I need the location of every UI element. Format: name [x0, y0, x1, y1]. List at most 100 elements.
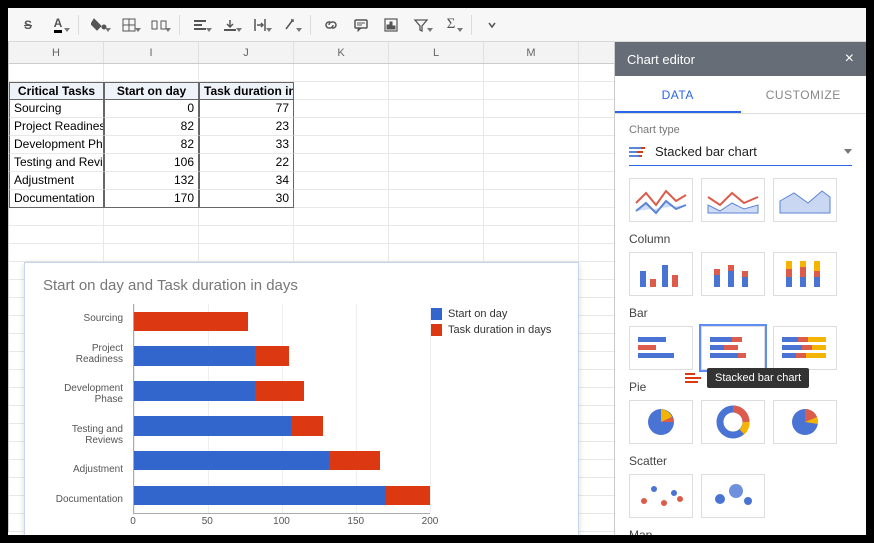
- cell[interactable]: [104, 208, 199, 226]
- cell[interactable]: 132: [104, 172, 199, 190]
- close-icon[interactable]: ×: [845, 50, 854, 68]
- cell[interactable]: [294, 208, 389, 226]
- insert-chart-icon[interactable]: [377, 12, 405, 38]
- cell[interactable]: [484, 64, 579, 82]
- cell[interactable]: 82: [104, 136, 199, 154]
- cell[interactable]: [579, 406, 614, 424]
- cell[interactable]: [9, 226, 104, 244]
- cell[interactable]: [199, 244, 294, 262]
- cell[interactable]: 106: [104, 154, 199, 172]
- cell[interactable]: [294, 64, 389, 82]
- col-header[interactable]: N: [579, 42, 614, 63]
- cell[interactable]: Documentation: [9, 190, 104, 208]
- cell[interactable]: [9, 244, 104, 262]
- cell[interactable]: [579, 280, 614, 298]
- cell[interactable]: [579, 334, 614, 352]
- chart-thumb-pie3[interactable]: [773, 400, 837, 444]
- align-vertical-icon[interactable]: [216, 12, 244, 38]
- text-wrap-icon[interactable]: [246, 12, 274, 38]
- tab-customize[interactable]: CUSTOMIZE: [741, 76, 867, 113]
- insert-link-icon[interactable]: [317, 12, 345, 38]
- cell[interactable]: 34: [199, 172, 294, 190]
- col-header[interactable]: J: [199, 42, 294, 63]
- cell[interactable]: [389, 172, 484, 190]
- cell[interactable]: [199, 64, 294, 82]
- cell[interactable]: 77: [199, 100, 294, 118]
- cell[interactable]: [294, 82, 389, 100]
- functions-icon[interactable]: Σ: [437, 12, 465, 38]
- fill-color-icon[interactable]: [85, 12, 113, 38]
- col-header[interactable]: K: [294, 42, 389, 63]
- chart-thumb-area3[interactable]: [773, 178, 837, 222]
- borders-icon[interactable]: [115, 12, 143, 38]
- chart-thumb-area2[interactable]: [701, 178, 765, 222]
- chart-thumb-area1[interactable]: [629, 178, 693, 222]
- cell[interactable]: [389, 100, 484, 118]
- chart-type-select[interactable]: Stacked bar chart: [629, 140, 852, 166]
- cell[interactable]: Testing and Reviews: [9, 154, 104, 172]
- cell[interactable]: [484, 190, 579, 208]
- cell[interactable]: [579, 514, 614, 532]
- cell[interactable]: Sourcing: [9, 100, 104, 118]
- cell[interactable]: [389, 226, 484, 244]
- cell[interactable]: [579, 136, 614, 154]
- cell[interactable]: [104, 244, 199, 262]
- cell[interactable]: [389, 118, 484, 136]
- cell[interactable]: [294, 172, 389, 190]
- embedded-chart[interactable]: Start on day and Task duration in days S…: [24, 262, 579, 535]
- cell[interactable]: [294, 100, 389, 118]
- cell[interactable]: [389, 244, 484, 262]
- chart-thumb-scatter[interactable]: [629, 474, 693, 518]
- cell[interactable]: [104, 64, 199, 82]
- cell[interactable]: Adjustment: [9, 172, 104, 190]
- col-header[interactable]: M: [484, 42, 579, 63]
- chart-thumb-pie[interactable]: [629, 400, 693, 444]
- merge-cells-icon[interactable]: [145, 12, 173, 38]
- cell[interactable]: [484, 154, 579, 172]
- cell[interactable]: [294, 118, 389, 136]
- chart-thumb-donut[interactable]: [701, 400, 765, 444]
- cell[interactable]: [579, 424, 614, 442]
- cell[interactable]: [579, 352, 614, 370]
- cell[interactable]: [579, 118, 614, 136]
- cell[interactable]: [579, 496, 614, 514]
- cell[interactable]: [579, 316, 614, 334]
- cell[interactable]: [484, 100, 579, 118]
- cell[interactable]: Task duration in days: [199, 82, 294, 100]
- cell[interactable]: [579, 298, 614, 316]
- tab-data[interactable]: DATA: [615, 76, 741, 113]
- align-horizontal-icon[interactable]: [186, 12, 214, 38]
- cell[interactable]: [579, 370, 614, 388]
- chart-thumb-column-100[interactable]: [773, 252, 837, 296]
- spreadsheet-grid[interactable]: H I J K L M N Critical TasksStart on day…: [8, 42, 614, 535]
- cell[interactable]: [389, 64, 484, 82]
- cell[interactable]: [484, 82, 579, 100]
- chart-thumb-column[interactable]: [629, 252, 693, 296]
- cell[interactable]: [199, 208, 294, 226]
- cell[interactable]: [579, 442, 614, 460]
- cell[interactable]: [579, 208, 614, 226]
- cell[interactable]: Start on day: [104, 82, 199, 100]
- cell[interactable]: [389, 154, 484, 172]
- chart-thumb-bar-stacked[interactable]: [701, 326, 765, 370]
- strikethrough-icon[interactable]: S: [14, 12, 42, 38]
- cell[interactable]: [484, 172, 579, 190]
- cell[interactable]: [579, 460, 614, 478]
- text-rotate-icon[interactable]: [276, 12, 304, 38]
- cell[interactable]: 170: [104, 190, 199, 208]
- cell[interactable]: 0: [104, 100, 199, 118]
- cell[interactable]: 33: [199, 136, 294, 154]
- cell[interactable]: [579, 388, 614, 406]
- cell[interactable]: [579, 154, 614, 172]
- cell[interactable]: [484, 208, 579, 226]
- cell[interactable]: [579, 244, 614, 262]
- cell[interactable]: [579, 190, 614, 208]
- insert-comment-icon[interactable]: [347, 12, 375, 38]
- cell[interactable]: [484, 136, 579, 154]
- cell[interactable]: [579, 82, 614, 100]
- col-header[interactable]: L: [389, 42, 484, 63]
- cell[interactable]: [294, 154, 389, 172]
- cell[interactable]: [294, 190, 389, 208]
- cell[interactable]: [579, 64, 614, 82]
- cell[interactable]: Critical Tasks: [9, 82, 104, 100]
